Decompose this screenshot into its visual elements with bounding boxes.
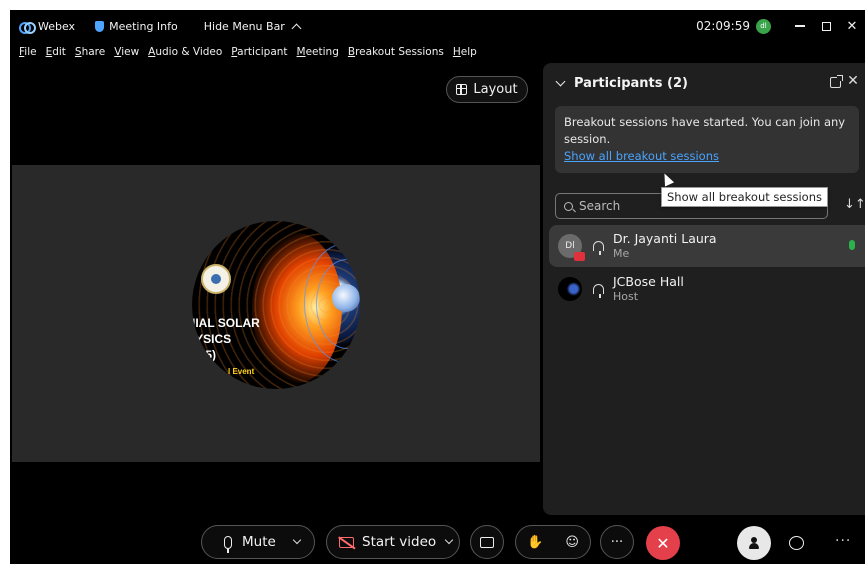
sort-button[interactable]: ↓↑	[844, 197, 865, 212]
hide-menu-bar-label: Hide Menu Bar	[203, 19, 285, 33]
maximize-button[interactable]	[813, 13, 839, 39]
poster-title-text: IIAL SOLAR YSICS 15)	[192, 316, 260, 362]
menu-participant[interactable]: Participant	[231, 46, 287, 58]
poster-logo-seal	[201, 264, 231, 294]
minimize-icon	[795, 25, 805, 27]
search-icon	[564, 201, 573, 211]
mute-label: Mute	[242, 534, 276, 550]
mute-options-chevron-icon[interactable]	[292, 535, 302, 545]
title-bar: Webex Meeting Info Hide Menu Bar 02:09:5…	[10, 10, 865, 42]
popout-icon[interactable]	[830, 75, 843, 88]
camera-off-icon	[339, 536, 354, 548]
webex-meeting-window: Webex Meeting Info Hide Menu Bar 02:09:5…	[10, 10, 865, 564]
menu-meeting[interactable]: Meeting	[297, 46, 339, 58]
meeting-clock: 02:09:59	[696, 19, 750, 33]
link-tooltip: Show all breakout sessions	[661, 187, 828, 207]
more-options-button[interactable]: ···	[600, 525, 634, 559]
headset-icon	[593, 284, 604, 298]
minimize-button[interactable]	[787, 13, 813, 39]
video-options-chevron-icon[interactable]	[444, 535, 454, 545]
participants-toggle-button[interactable]	[737, 526, 771, 560]
menu-help[interactable]: Help	[453, 46, 477, 58]
start-video-button[interactable]: Start video	[326, 525, 460, 559]
participant-row[interactable]: Dl Dr. Jayanti Laura Me	[549, 225, 865, 267]
menu-share[interactable]: Share	[75, 46, 105, 58]
poster-event-text: l Event	[228, 367, 255, 376]
search-placeholder: Search	[579, 199, 621, 213]
participants-panel-header: Participants (2) ✕	[543, 63, 865, 103]
camera-off-badge-icon	[574, 252, 585, 261]
participant-role: Me	[613, 247, 630, 260]
reactions-icon[interactable]: ☺	[565, 535, 579, 550]
participant-row[interactable]: JCBose Hall Host	[549, 268, 865, 310]
participants-panel: Participants (2) ✕ Breakout sessions hav…	[543, 63, 865, 515]
close-panel-button[interactable]: ✕	[845, 73, 861, 91]
menu-file[interactable]: File	[19, 46, 37, 58]
participant-info: JCBose Hall Host	[613, 274, 684, 304]
user-status-avatar[interactable]: dl	[756, 18, 771, 34]
grid-layout-icon	[456, 84, 468, 95]
avatar-initials: Dl	[565, 241, 575, 251]
collapse-chevron-icon[interactable]	[555, 76, 566, 86]
mic-active-icon[interactable]	[849, 240, 855, 250]
menu-view[interactable]: View	[114, 46, 139, 58]
shield-icon	[95, 20, 105, 32]
participant-name: Dr. Jayanti Laura	[613, 231, 717, 246]
layout-button[interactable]: Layout	[446, 76, 528, 103]
chat-icon[interactable]	[789, 536, 804, 550]
participant-avatar-large: IIAL SOLAR YSICS 15) l Event	[192, 221, 360, 389]
close-window-button[interactable]: ✕	[839, 13, 865, 39]
chevron-up-icon	[291, 23, 302, 33]
maximize-icon	[821, 21, 831, 31]
more-panels-button[interactable]: ···	[835, 533, 851, 549]
app-brand: Webex	[19, 19, 76, 34]
meeting-info-button[interactable]: Meeting Info	[95, 20, 178, 33]
menu-audio-video[interactable]: Audio & Video	[148, 46, 222, 58]
hide-menu-bar-button[interactable]: Hide Menu Bar	[203, 19, 302, 33]
reactions-group: ✋ ☺	[515, 525, 591, 559]
title-bar-right: 02:09:59 dl ✕	[696, 10, 865, 42]
headset-icon	[593, 241, 604, 255]
layout-label: Layout	[473, 82, 518, 97]
menu-breakout-sessions[interactable]: Breakout Sessions	[348, 46, 444, 58]
microphone-icon	[224, 535, 232, 553]
app-name: Webex	[38, 19, 76, 33]
mouse-cursor	[659, 171, 675, 187]
start-video-label: Start video	[362, 534, 437, 550]
raise-hand-icon[interactable]: ✋	[527, 535, 543, 550]
end-meeting-button[interactable]: ✕	[646, 526, 680, 560]
participants-panel-title: Participants (2)	[574, 75, 688, 91]
breakout-notice-text: Breakout sessions have started. You can …	[564, 115, 846, 146]
participant-role: Host	[613, 290, 639, 303]
meeting-info-label: Meeting Info	[109, 19, 178, 33]
avatar	[558, 277, 582, 301]
webex-logo-icon	[19, 21, 36, 34]
mute-button[interactable]: Mute	[201, 525, 315, 559]
menu-bar: File Edit Share View Audio & Video Parti…	[10, 42, 477, 62]
participants-icon	[749, 537, 759, 549]
video-tile[interactable]: IIAL SOLAR YSICS 15) l Event	[12, 165, 540, 462]
avatar: Dl	[558, 234, 585, 261]
participant-name: JCBose Hall	[613, 274, 684, 289]
show-breakout-sessions-link[interactable]: Show all breakout sessions	[564, 148, 850, 165]
share-screen-icon	[480, 536, 494, 548]
participant-info: Dr. Jayanti Laura Me	[613, 231, 717, 261]
meeting-controls: Mute Start video ✋ ☺ ··· ✕ ···	[10, 517, 865, 564]
share-button[interactable]	[470, 525, 504, 559]
poster-earth	[332, 284, 360, 312]
menu-edit[interactable]: Edit	[46, 46, 66, 58]
breakout-notice: Breakout sessions have started. You can …	[555, 106, 859, 173]
